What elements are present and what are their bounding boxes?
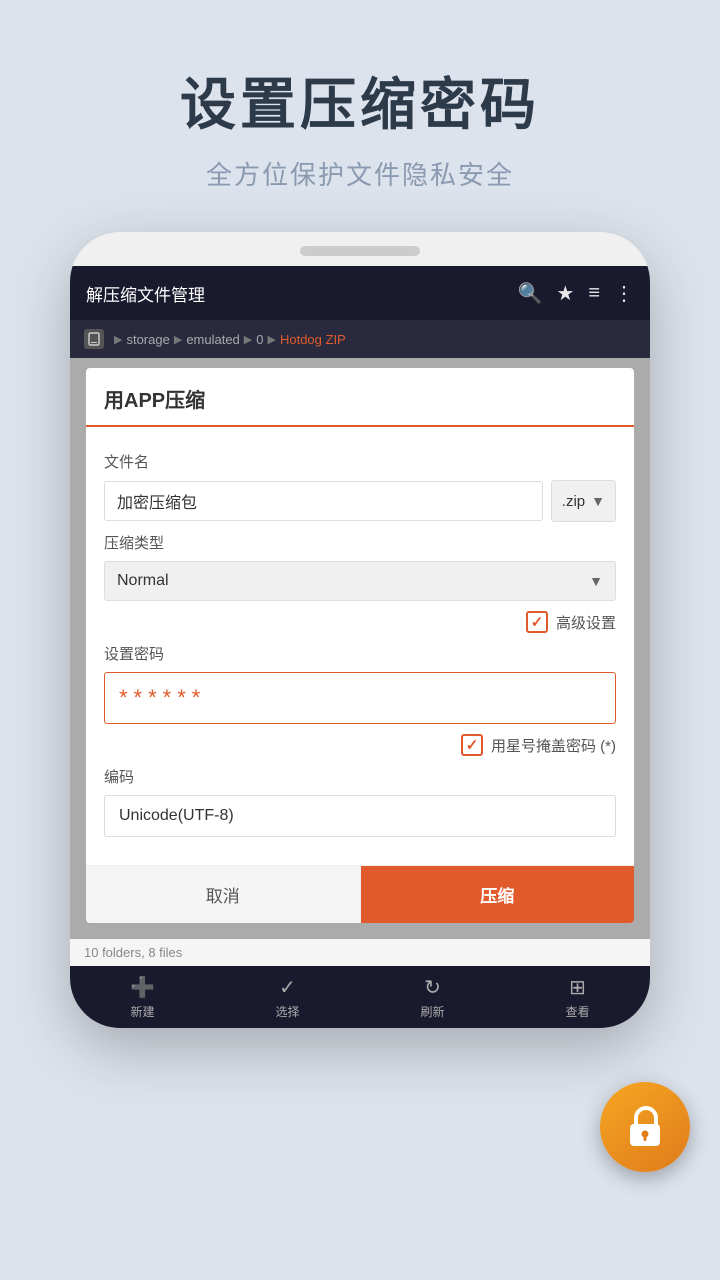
app-screen: 解压缩文件管理 🔍 ★ ≡ ⋮ ▶ storage ▶ emulated ▶ 0… bbox=[70, 266, 650, 1028]
hero-area: 设置压缩密码 全方位保护文件隐私安全 bbox=[0, 0, 720, 232]
mask-password-row: ✓ 用星号掩盖密码 (*) bbox=[104, 734, 616, 756]
compression-type-label: 压缩类型 bbox=[104, 532, 616, 553]
more-icon[interactable]: ⋮ bbox=[614, 281, 634, 306]
dialog-body: 文件名 .zip ▼ 压缩类型 Normal ▼ bbox=[86, 427, 634, 851]
filename-input[interactable] bbox=[104, 481, 543, 521]
filename-label: 文件名 bbox=[104, 451, 616, 472]
app-topbar: 解压缩文件管理 🔍 ★ ≡ ⋮ bbox=[70, 266, 650, 320]
phone-shell: 解压缩文件管理 🔍 ★ ≡ ⋮ ▶ storage ▶ emulated ▶ 0… bbox=[70, 232, 650, 1028]
check-mark: ✓ bbox=[531, 613, 544, 631]
ext-label: .zip bbox=[562, 493, 585, 510]
refresh-icon: ↻ bbox=[424, 975, 441, 1000]
nav-refresh[interactable]: ↻ 刷新 bbox=[360, 966, 505, 1028]
ext-dropdown-button[interactable]: ▼ bbox=[591, 493, 605, 509]
compression-type-select[interactable]: Normal ▼ bbox=[104, 561, 616, 601]
select-label: 选择 bbox=[275, 1003, 299, 1020]
breadcrumb-0: 0 bbox=[256, 332, 263, 347]
breadcrumb-folder: Hotdog ZIP bbox=[280, 332, 346, 347]
password-input[interactable] bbox=[104, 672, 616, 724]
menu-icon[interactable]: ≡ bbox=[588, 282, 600, 305]
dialog-overlay: 用APP压缩 文件名 .zip ▼ 压缩类型 bbox=[70, 358, 650, 939]
advanced-settings-row: ✓ 高级设置 bbox=[104, 611, 616, 633]
file-info-bar: 10 folders, 8 files bbox=[70, 939, 650, 966]
dialog-actions: 取消 压缩 bbox=[86, 865, 634, 923]
search-icon[interactable]: 🔍 bbox=[517, 281, 542, 306]
encoding-label: 编码 bbox=[104, 766, 616, 787]
lock-badge bbox=[600, 1082, 690, 1172]
password-label: 设置密码 bbox=[104, 643, 616, 664]
new-label: 新建 bbox=[130, 1003, 154, 1020]
nav-select[interactable]: ✓ 选择 bbox=[215, 966, 360, 1028]
mask-check-mark: ✓ bbox=[466, 736, 479, 754]
file-count: 10 folders, 8 files bbox=[84, 945, 182, 960]
view-label: 查看 bbox=[565, 1003, 589, 1020]
phone-notch bbox=[300, 246, 420, 256]
compression-type-arrow: ▼ bbox=[589, 573, 603, 589]
device-icon bbox=[84, 329, 104, 349]
nav-view[interactable]: ⊞ 查看 bbox=[505, 966, 650, 1028]
encoding-input[interactable] bbox=[104, 795, 616, 837]
hero-title: 设置压缩密码 bbox=[0, 60, 720, 141]
app-title: 解压缩文件管理 bbox=[86, 281, 503, 306]
star-icon[interactable]: ★ bbox=[556, 281, 574, 306]
hero-subtitle: 全方位保护文件隐私安全 bbox=[0, 155, 720, 192]
new-icon: ➕ bbox=[130, 975, 155, 1000]
breadcrumb-emulated: emulated bbox=[186, 332, 239, 347]
nav-new[interactable]: ➕ 新建 bbox=[70, 966, 215, 1028]
view-icon: ⊞ bbox=[569, 975, 586, 1000]
breadcrumb: ▶ storage ▶ emulated ▶ 0 ▶ Hotdog ZIP bbox=[70, 320, 650, 358]
mask-password-checkbox[interactable]: ✓ bbox=[461, 734, 483, 756]
confirm-button[interactable]: 压缩 bbox=[361, 866, 635, 923]
filename-row: .zip ▼ bbox=[104, 480, 616, 522]
cancel-button[interactable]: 取消 bbox=[86, 866, 361, 923]
select-icon: ✓ bbox=[279, 975, 296, 1000]
dialog-header: 用APP压缩 bbox=[86, 368, 634, 427]
breadcrumb-storage: storage bbox=[126, 332, 169, 347]
ext-selector[interactable]: .zip ▼ bbox=[551, 480, 616, 522]
lock-icon bbox=[620, 1102, 670, 1152]
compression-type-value: Normal bbox=[117, 572, 169, 590]
advanced-settings-label: 高级设置 bbox=[556, 612, 616, 633]
compress-dialog: 用APP压缩 文件名 .zip ▼ 压缩类型 bbox=[86, 368, 634, 923]
mask-password-label: 用星号掩盖密码 (*) bbox=[491, 735, 616, 756]
refresh-label: 刷新 bbox=[420, 1003, 444, 1020]
dialog-title: 用APP压缩 bbox=[104, 384, 616, 413]
advanced-settings-checkbox[interactable]: ✓ bbox=[526, 611, 548, 633]
bottom-nav: ➕ 新建 ✓ 选择 ↻ 刷新 ⊞ 查看 bbox=[70, 966, 650, 1028]
